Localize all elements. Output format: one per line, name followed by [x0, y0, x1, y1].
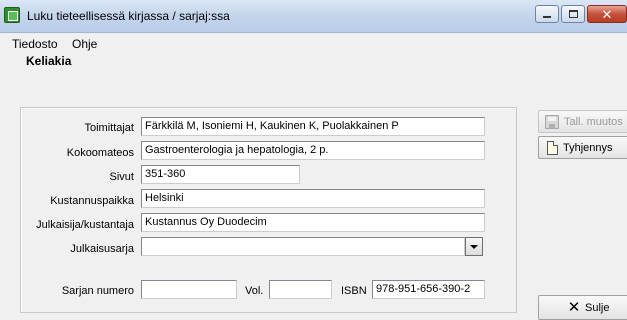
- maximize-icon: [568, 10, 578, 18]
- document-icon: [547, 140, 558, 155]
- label-sivut: Sivut: [109, 171, 134, 183]
- menu-tiedosto[interactable]: Tiedosto: [12, 37, 58, 51]
- minimize-button[interactable]: [535, 5, 559, 23]
- label-julkaisija: Julkaisija/kustantaja: [36, 219, 134, 231]
- close-window-button[interactable]: ✕: [587, 5, 627, 23]
- maximize-button[interactable]: [561, 5, 585, 23]
- menu-bar: Tiedosto Ohje: [0, 34, 627, 52]
- isbn-field[interactable]: 978-951-656-390-2: [372, 280, 485, 299]
- kokoomateos-field[interactable]: Gastroenterologia ja hepatologia, 2 p.: [141, 141, 485, 160]
- close-button[interactable]: ✕ Sulje: [538, 295, 627, 320]
- vol-field[interactable]: [269, 280, 332, 299]
- label-julkaisusarja: Julkaisusarja: [70, 243, 134, 255]
- save-changes-button[interactable]: Tall. muutos: [538, 110, 627, 133]
- menu-ohje[interactable]: Ohje: [72, 37, 97, 51]
- label-kokoomateos: Kokoomateos: [66, 147, 134, 159]
- label-toimittajat: Toimittajat: [84, 122, 134, 134]
- kustannuspaikka-field[interactable]: Helsinki: [141, 189, 485, 208]
- clear-label: Tyhjennys: [563, 141, 613, 154]
- toimittajat-field[interactable]: Färkkilä M, Isoniemi H, Kaukinen K, Puol…: [141, 117, 485, 136]
- save-changes-label: Tall. muutos: [564, 115, 623, 128]
- label-isbn: ISBN: [341, 285, 367, 297]
- chevron-down-icon: [470, 244, 478, 249]
- close-label: Sulje: [585, 301, 610, 314]
- julkaisija-field[interactable]: Kustannus Oy Duodecim: [141, 213, 485, 232]
- app-icon: [4, 7, 20, 23]
- julkaisusarja-select[interactable]: [141, 237, 465, 256]
- article-title: Keliakia: [26, 54, 72, 68]
- label-sarjan-numero: Sarjan numero: [61, 285, 134, 297]
- label-vol: Vol.: [245, 285, 264, 297]
- label-kustannuspaikka: Kustannuspaikka: [50, 195, 134, 207]
- sivut-field[interactable]: 351-360: [141, 165, 300, 184]
- julkaisusarja-dropdown-button[interactable]: [465, 237, 483, 256]
- sarjan-numero-field[interactable]: [141, 280, 237, 299]
- window-title: Luku tieteellisessä kirjassa / sarjaj:ss…: [27, 9, 230, 23]
- x-icon: ✕: [567, 298, 581, 316]
- clear-button[interactable]: Tyhjennys: [538, 136, 627, 159]
- save-icon: [545, 114, 559, 129]
- title-bar: Luku tieteellisessä kirjassa / sarjaj:ss…: [0, 0, 627, 33]
- close-icon: ✕: [601, 6, 613, 22]
- minimize-icon: [543, 16, 551, 18]
